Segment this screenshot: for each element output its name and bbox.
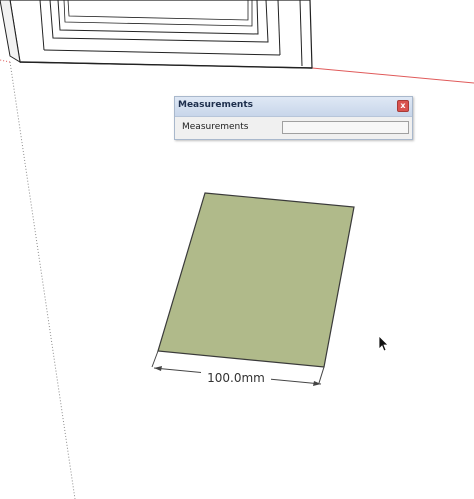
door-model[interactable]: [0, 0, 313, 69]
rectangle-face[interactable]: [157, 192, 355, 368]
measurements-title: Measurements: [178, 100, 253, 110]
close-icon[interactable]: x: [397, 100, 409, 112]
measurements-input[interactable]: [282, 121, 409, 134]
blue-axis-dotted: [9, 61, 76, 499]
measurements-field-label: Measurements: [182, 122, 249, 132]
measurements-window[interactable]: Measurements x Measurements: [174, 96, 413, 140]
scene-canvas[interactable]: [0, 0, 474, 499]
measurements-titlebar[interactable]: Measurements x: [175, 97, 412, 117]
measurements-body: Measurements: [175, 117, 412, 139]
mouse-cursor-icon: [378, 335, 389, 352]
sketchup-viewport[interactable]: 100.0mm Measurements x Measurements: [0, 0, 474, 499]
red-axis-line: [311, 67, 474, 84]
dimension-label: 100.0mm: [201, 371, 271, 385]
red-axis-dotted: [0, 59, 11, 63]
